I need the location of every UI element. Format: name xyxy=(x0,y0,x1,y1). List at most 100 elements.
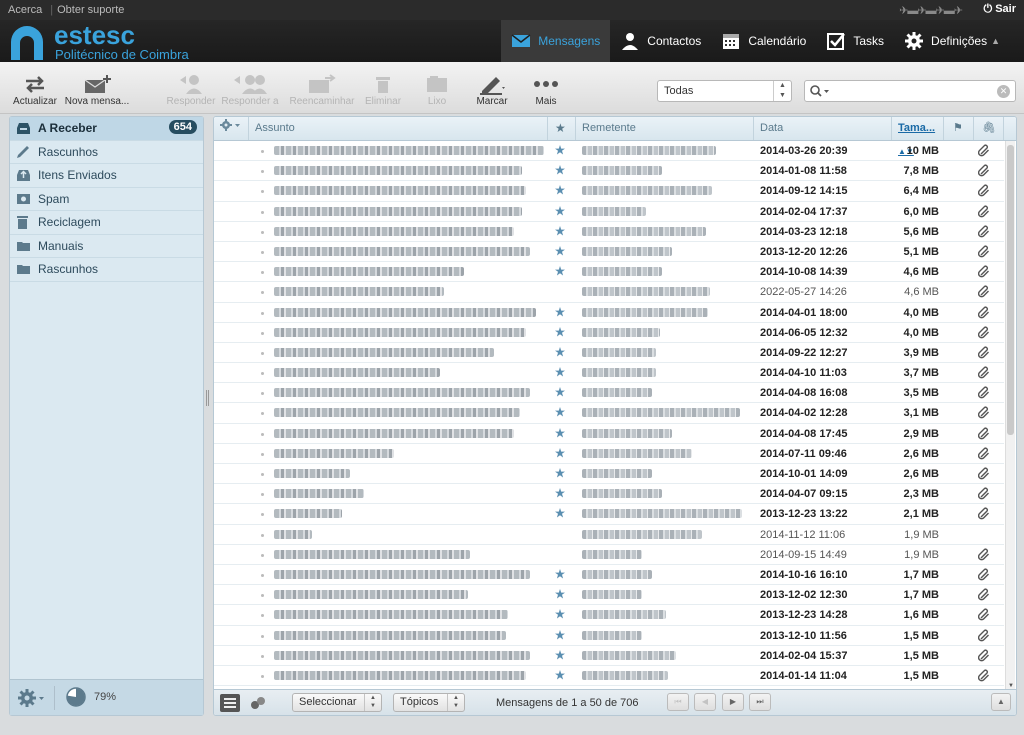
message-row[interactable]: 2014-09-22 12:27 3,9 MB xyxy=(214,343,1004,364)
column-flag[interactable]: ★ xyxy=(548,117,576,140)
message-row[interactable]: 2014-10-16 16:10 1,7 MB xyxy=(214,565,1004,586)
thread-view-button[interactable] xyxy=(250,696,266,713)
more-button[interactable]: Mais xyxy=(528,72,564,107)
star-icon[interactable] xyxy=(555,427,565,438)
folder-inbox[interactable]: A Receber 654 xyxy=(10,117,203,141)
next-page-button[interactable]: ▶ xyxy=(722,693,744,711)
delete-button[interactable]: Eliminar xyxy=(362,72,404,107)
star-icon[interactable] xyxy=(555,649,565,660)
folder-settings-button[interactable] xyxy=(18,688,48,711)
message-row[interactable]: 2014-03-23 12:18 5,6 MB xyxy=(214,222,1004,242)
message-row[interactable]: 2014-03-26 20:39 10 MB xyxy=(214,141,1004,162)
message-row[interactable]: 2014-04-02 12:28 3,1 MB xyxy=(214,403,1004,424)
message-row[interactable]: 2013-12-10 11:56 1,5 MB xyxy=(214,626,1004,646)
list-options-button[interactable] xyxy=(214,117,249,140)
vertical-scrollbar[interactable]: ▼ xyxy=(1005,141,1015,691)
star-icon[interactable] xyxy=(555,346,565,357)
panel-splitter[interactable] xyxy=(206,390,209,406)
star-icon[interactable] xyxy=(555,165,565,175)
message-row[interactable]: 2014-04-07 09:15 2,3 MB xyxy=(214,484,1004,505)
star-icon[interactable] xyxy=(555,447,565,458)
nav-mensagens[interactable]: Mensagens xyxy=(501,20,611,62)
mark-button[interactable]: Marcar xyxy=(472,72,512,107)
message-row[interactable]: 2013-12-23 13:22 2,1 MB xyxy=(214,504,1004,525)
compose-button[interactable]: Nova mensa... xyxy=(64,72,130,107)
star-icon[interactable] xyxy=(555,468,565,478)
junk-button[interactable]: Lixo xyxy=(418,72,456,107)
column-date[interactable]: Data xyxy=(754,117,892,140)
message-row[interactable]: 2014-04-08 16:08 3,5 MB xyxy=(214,383,1004,404)
toggle-preview-button[interactable]: ▲ xyxy=(991,693,1011,711)
message-row[interactable]: 2014-02-04 15:37 1,5 MB xyxy=(214,646,1004,666)
message-row[interactable]: 2013-12-23 14:28 1,6 MB xyxy=(214,605,1004,626)
threads-dropdown[interactable]: Tópicos ▲ ▼ xyxy=(393,693,465,712)
message-row[interactable]: 2014-10-01 14:09 2,6 MB xyxy=(214,464,1004,485)
message-row[interactable]: 2013-12-20 12:26 5,1 MB xyxy=(214,242,1004,263)
about-link[interactable]: Acerca xyxy=(8,4,42,16)
message-row[interactable]: 2014-09-15 14:49 1,9 MB xyxy=(214,545,1004,565)
star-icon[interactable] xyxy=(555,225,565,236)
message-row[interactable]: 2014-10-08 14:39 4,6 MB xyxy=(214,262,1004,283)
select-dropdown[interactable]: Seleccionar ▲ ▼ xyxy=(292,693,382,712)
folder-sent[interactable]: Itens Enviados xyxy=(10,164,203,188)
column-subject[interactable]: Assunto xyxy=(249,117,548,140)
column-sender[interactable]: Remetente xyxy=(576,117,754,140)
folder-trash[interactable]: Reciclagem xyxy=(10,211,203,235)
message-row[interactable]: 2014-02-04 17:37 6,0 MB xyxy=(214,202,1004,222)
reply-button[interactable]: Responder xyxy=(166,72,216,107)
nav-tasks[interactable]: Tasks xyxy=(816,20,894,62)
forward-button[interactable]: Reencaminhar xyxy=(288,72,356,107)
search-icon[interactable] xyxy=(810,85,830,99)
star-icon[interactable] xyxy=(555,326,565,337)
nav-definicoes[interactable]: Definições ▲ xyxy=(894,20,1010,62)
message-row[interactable]: 2014-06-05 12:32 4,0 MB xyxy=(214,323,1004,343)
nav-calendario[interactable]: Calendário xyxy=(711,20,816,62)
column-status[interactable]: ⚑ xyxy=(944,117,974,140)
star-icon[interactable] xyxy=(555,306,565,317)
message-row[interactable]: 2013-12-02 12:30 1,7 MB xyxy=(214,585,1004,606)
message-row[interactable]: 2014-01-08 11:58 7,8 MB xyxy=(214,161,1004,182)
star-icon[interactable] xyxy=(555,387,565,397)
message-row[interactable]: 2014-04-08 17:45 2,9 MB xyxy=(214,424,1004,444)
star-icon[interactable] xyxy=(555,568,565,579)
star-icon[interactable] xyxy=(555,609,565,619)
scrollbar-thumb[interactable] xyxy=(1007,145,1014,435)
star-icon[interactable] xyxy=(555,488,565,498)
star-icon[interactable] xyxy=(555,145,565,155)
folder-spam[interactable]: Spam xyxy=(10,188,203,211)
message-row[interactable]: 2014-09-12 14:15 6,4 MB xyxy=(214,181,1004,202)
list-view-button[interactable] xyxy=(220,694,240,715)
nav-contactos[interactable]: Contactos xyxy=(610,20,711,62)
search-box[interactable]: ✕ xyxy=(804,80,1016,102)
folder-manuais[interactable]: Manuais xyxy=(10,235,203,258)
star-icon[interactable] xyxy=(555,669,565,680)
message-row[interactable]: 2014-04-01 18:00 4,0 MB xyxy=(214,303,1004,323)
message-row[interactable]: 2014-11-12 11:06 1,9 MB xyxy=(214,525,1004,545)
refresh-button[interactable]: Actualizar xyxy=(10,72,60,107)
star-icon[interactable] xyxy=(555,245,565,256)
last-page-button[interactable]: ⏭ xyxy=(749,693,771,711)
column-size[interactable]: Tama... ▲▼ xyxy=(892,117,944,156)
star-icon[interactable] xyxy=(555,185,565,195)
filter-select[interactable]: Todas ▲ ▼ xyxy=(657,80,792,102)
folder-drafts[interactable]: Rascunhos xyxy=(10,141,203,164)
star-icon[interactable] xyxy=(555,205,565,216)
message-row[interactable]: 2014-07-11 09:46 2,6 MB xyxy=(214,444,1004,464)
support-link[interactable]: Obter suporte xyxy=(57,4,124,16)
star-icon[interactable] xyxy=(555,629,565,640)
column-attachment[interactable]: 🖇 xyxy=(974,117,1004,140)
clear-search-icon[interactable]: ✕ xyxy=(997,85,1010,98)
star-icon[interactable] xyxy=(555,508,565,518)
prev-page-button[interactable]: ◀ xyxy=(694,693,716,711)
message-row[interactable]: 2014-04-10 11:03 3,7 MB xyxy=(214,363,1004,384)
message-row[interactable]: 2022-05-27 14:26 4,6 MB xyxy=(214,282,1004,303)
reply-all-button[interactable]: Responder a xyxy=(220,72,280,107)
message-row[interactable]: 2014-01-14 11:04 1,5 MB xyxy=(214,666,1004,687)
logout-button[interactable]: ⏻ Sair xyxy=(983,3,1016,16)
star-icon[interactable] xyxy=(555,266,565,276)
folder-rascunhos-2[interactable]: Rascunhos xyxy=(10,258,203,282)
star-icon[interactable] xyxy=(555,407,565,417)
star-icon[interactable] xyxy=(555,589,565,599)
first-page-button[interactable]: ⏮ xyxy=(667,693,689,711)
star-icon[interactable] xyxy=(555,367,565,377)
